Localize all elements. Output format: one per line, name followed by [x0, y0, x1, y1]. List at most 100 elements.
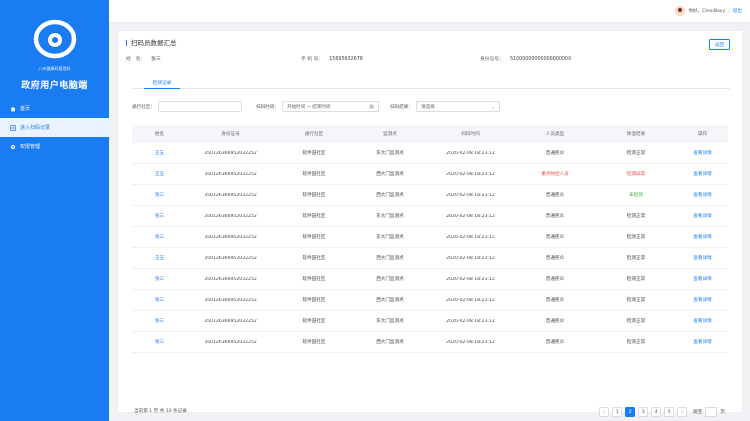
community-label: 通行社区：	[132, 104, 155, 110]
view-details-link[interactable]: 查看详情	[677, 150, 728, 156]
cell-scan-time: 2020-02-08 18:23:12	[446, 192, 495, 198]
main-card: 扫码员数据汇总 返回 姓 名： 张三 手 机 号： 15695632678 身份证号…	[117, 30, 743, 417]
page-numbers: 12345	[609, 407, 675, 417]
view-details-link[interactable]: 查看详情	[677, 213, 728, 219]
cell-name[interactable]: 张三	[132, 213, 187, 219]
user-menu: 你好，ChenBoxy | 退出	[675, 6, 742, 16]
cell-scan-time: 2020-02-08 18:23:12	[446, 234, 495, 240]
table-row: 王五 350126366952032252 软件园社区 西大门监测点 2020-02-0…	[132, 164, 728, 185]
view-details-link[interactable]: 查看详情	[677, 234, 728, 240]
table-header: 姓名 身份证号 通行社区 监测点 扫码时间 人员类型 体温结果 操作	[132, 125, 728, 143]
view-details-link[interactable]: 查看详情	[677, 171, 728, 177]
cell-name[interactable]: 张三	[132, 276, 187, 282]
table-row: 张三 350126366952032252 软件园社区 东大门监测点 2020-02-0…	[132, 206, 728, 227]
sidebar-item-permissions[interactable]: 权限管理	[0, 137, 109, 156]
view-details-link[interactable]: 查看详情	[677, 276, 728, 282]
column-header: 姓名	[154, 132, 165, 137]
records-table: 姓名 身份证号 通行社区 监测点 扫码时间 人员类型 体温结果 操作 王五 350…	[132, 125, 728, 353]
cell-scan-time: 2020-02-08 18:23:12	[446, 339, 495, 345]
cell-scan-time: 2020-02-08 18:23:12	[446, 150, 495, 156]
cell-name[interactable]: 张三	[132, 297, 187, 303]
result-filter: 扫码结果： 请选择 ⌄	[390, 101, 500, 112]
table-row: 张三 350126366952032252 软件园社区 东大门监测点 2020-02-0…	[132, 227, 728, 248]
table-row: 王五 350126366952032252 软件园社区 西大门监测点 2020-02-0…	[132, 248, 728, 269]
column-header: 通行社区	[304, 132, 324, 137]
cell-id-number: 350126366952032252	[204, 213, 257, 219]
table-row: 张三 350126366952032252 软件园社区 西大门监测点 2020-02-0…	[132, 269, 728, 290]
cell-scan-time: 2020-02-08 18:23:12	[446, 255, 495, 261]
cell-temperature-result: 检测正常	[626, 214, 646, 219]
divider: |	[728, 8, 730, 14]
result-select[interactable]: 请选择 ⌄	[415, 101, 500, 112]
top-bar: 你好，ChenBoxy | 退出	[109, 0, 750, 23]
cell-community: 软件园社区	[302, 172, 326, 177]
cell-temperature-result: 检测正常	[626, 340, 646, 345]
table-row: 张三 350126366952032252 软件园社区 西大门监测点 2020-02-0…	[132, 332, 728, 353]
cell-name[interactable]: 张三	[132, 234, 187, 240]
logout-link[interactable]: 退出	[733, 8, 742, 14]
view-details-link[interactable]: 查看详情	[677, 255, 728, 261]
page-button[interactable]: 1	[612, 407, 623, 417]
page-button[interactable]: 2	[625, 407, 636, 417]
avatar[interactable]	[675, 6, 686, 16]
sidebar-nav: 首页 进入扫码记录 权限管理	[0, 99, 109, 156]
cell-name[interactable]: 王五	[132, 150, 187, 156]
column-header: 人员类型	[545, 132, 565, 137]
tab-check-records[interactable]: 检测记录	[144, 77, 180, 89]
cell-community: 软件园社区	[302, 193, 326, 198]
cell-person-type: 普通民众	[545, 214, 565, 219]
view-details-link[interactable]: 查看详情	[677, 318, 728, 324]
cell-person-type: 重点防控人员	[541, 172, 569, 177]
cell-temperature-result: 检测正常	[626, 256, 646, 261]
phone-info: 手 机 号： 15695632678	[301, 55, 363, 62]
cell-id-number: 350126366952032252	[204, 297, 257, 303]
cell-community: 软件园社区	[302, 214, 326, 219]
app-name: 政府用户电脑端	[21, 81, 88, 91]
goto-suffix: 页	[720, 410, 725, 415]
view-details-link[interactable]: 查看详情	[677, 192, 728, 198]
view-details-link[interactable]: 查看详情	[677, 297, 728, 303]
cell-name[interactable]: 张三	[132, 192, 187, 198]
back-button[interactable]: 返回	[709, 39, 730, 50]
page-button[interactable]: 4	[651, 407, 662, 417]
cell-id-number: 350126366952032252	[204, 255, 257, 261]
cell-checkpoint: 西大门监测点	[376, 193, 404, 198]
result-select-value: 请选择	[420, 104, 435, 110]
name-info: 姓 名： 张三	[126, 55, 161, 62]
sidebar-item-home[interactable]: 首页	[0, 99, 109, 118]
sidebar-item-scan-records[interactable]: 进入扫码记录	[0, 118, 109, 137]
cell-person-type: 普通民众	[545, 235, 565, 240]
cell-name[interactable]: 王五	[132, 171, 187, 177]
sidebar: 八州健康码管理局 政府用户电脑端 首页 进入扫码记录 权限管理	[0, 0, 109, 421]
time-range-input[interactable]: 开始时间 ~ 结束时间 ▦	[281, 101, 379, 112]
cell-name[interactable]: 张三	[132, 318, 187, 324]
cell-scan-time: 2020-02-08 18:23:12	[446, 276, 495, 282]
cell-checkpoint: 西大门监测点	[376, 277, 404, 282]
sidebar-item-label: 进入扫码记录	[20, 125, 51, 131]
goto-page-input[interactable]	[705, 407, 718, 417]
settings-icon	[8, 144, 17, 150]
app-logo-icon	[32, 16, 78, 62]
page-button[interactable]: 3	[638, 407, 649, 417]
id-value: 5100000000000000000X	[510, 57, 572, 62]
view-details-link[interactable]: 查看详情	[677, 339, 728, 345]
cell-name[interactable]: 张三	[132, 339, 187, 345]
time-filter: 扫码时间： 开始时间 ~ 结束时间 ▦	[256, 101, 379, 112]
name-value: 张三	[151, 57, 161, 62]
cell-community: 软件园社区	[302, 151, 326, 156]
cell-name[interactable]: 王五	[132, 255, 187, 261]
community-input[interactable]	[157, 101, 242, 112]
cell-community: 软件园社区	[302, 319, 326, 324]
column-header: 扫码时间	[461, 132, 480, 137]
result-label: 扫码结果：	[390, 104, 413, 110]
column-header: 操作	[697, 132, 708, 137]
cell-id-number: 350126366952032252	[204, 192, 257, 198]
page-button[interactable]: 5	[664, 407, 675, 417]
tab-bar: 检测记录	[132, 77, 730, 89]
calendar-icon: ▦	[369, 104, 374, 110]
next-page-button[interactable]: ›	[677, 407, 688, 417]
cell-community: 软件园社区	[302, 277, 326, 282]
prev-page-button[interactable]: ‹	[599, 407, 610, 417]
cell-id-number: 350126366952032252	[204, 339, 257, 345]
table-row: 张三 350126366952032252 软件园社区 西大门监测点 2020-02-0…	[132, 290, 728, 311]
